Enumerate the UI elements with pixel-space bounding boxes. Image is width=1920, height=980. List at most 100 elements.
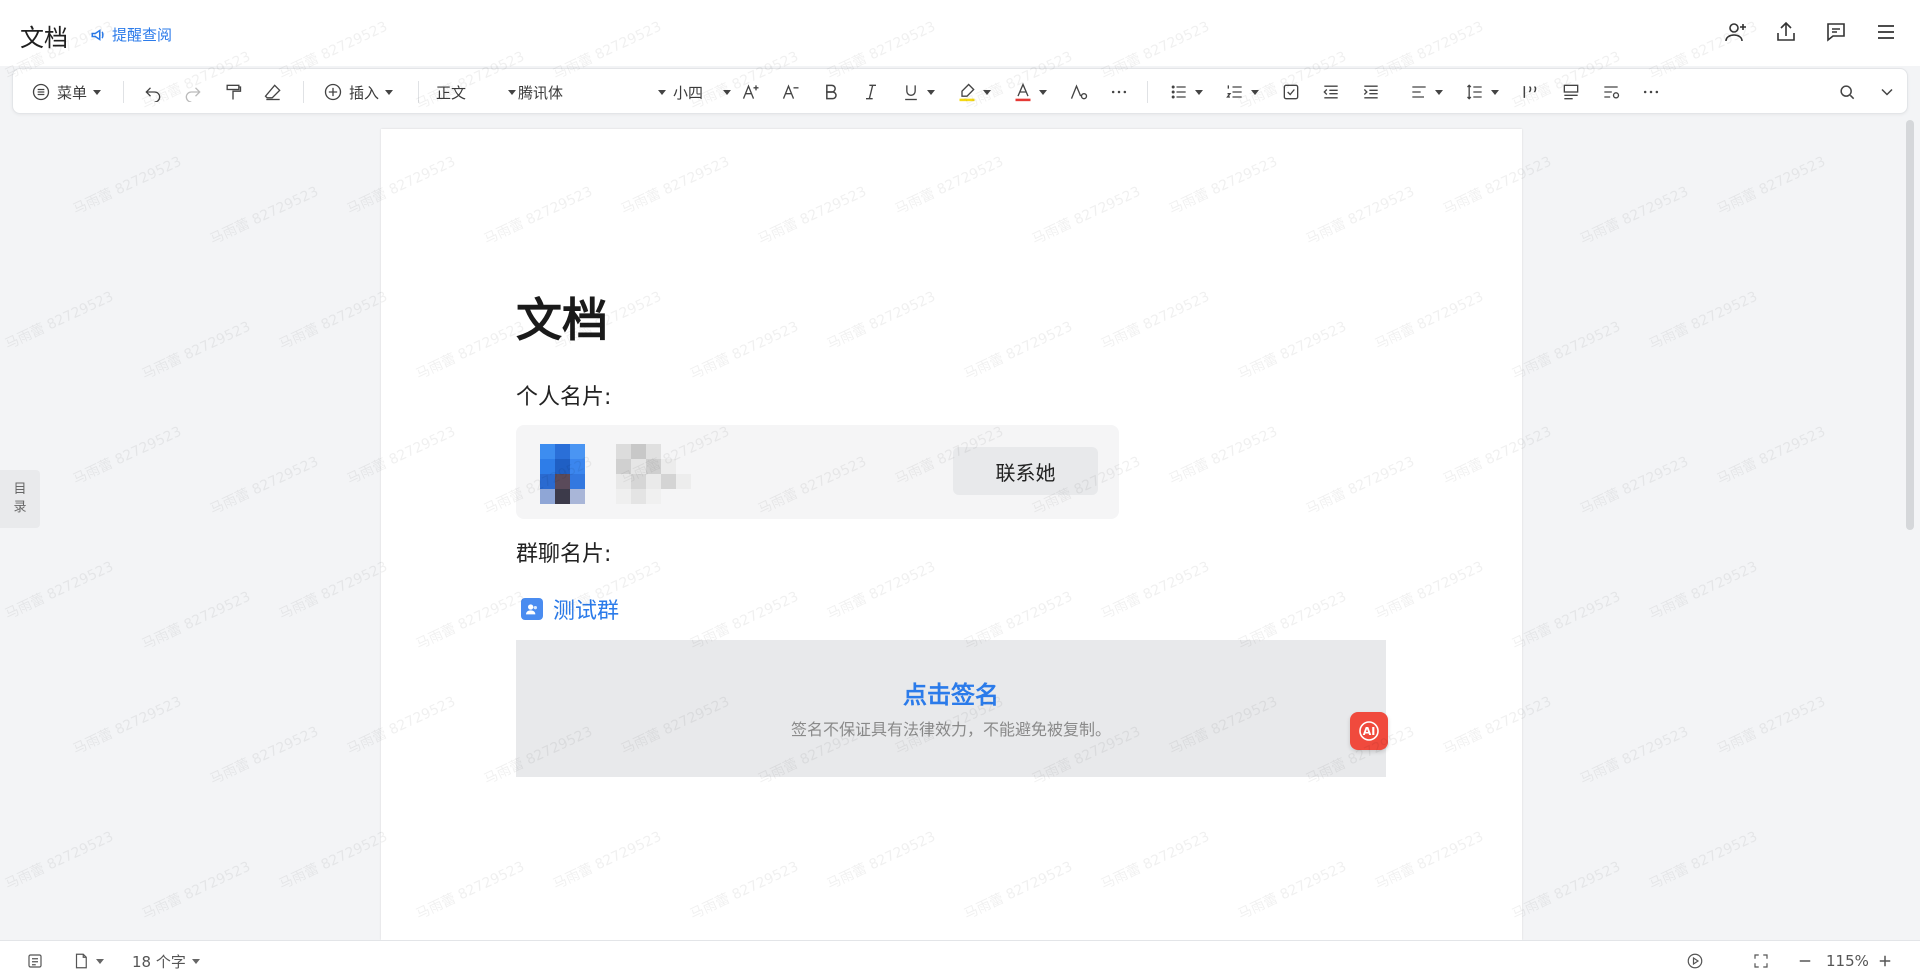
- outline-view-button[interactable]: [26, 951, 44, 971]
- watermark-text: 马雨蕾 82729523: [2, 288, 117, 354]
- watermark-text: 马雨蕾 82729523: [276, 828, 391, 894]
- watermark-text: 马雨蕾 82729523: [1714, 153, 1829, 219]
- font-color-button[interactable]: [1013, 79, 1047, 105]
- watermark-text: 马雨蕾 82729523: [2, 558, 117, 624]
- checklist-button[interactable]: [1281, 79, 1301, 105]
- vertical-scrollbar[interactable]: [1906, 120, 1914, 530]
- more-format-button[interactable]: [1109, 79, 1129, 105]
- bold-icon: [826, 84, 837, 100]
- text-block-icon: [1563, 84, 1579, 100]
- page-view-button[interactable]: [72, 951, 104, 971]
- indent-button[interactable]: [1361, 79, 1381, 105]
- document-heading[interactable]: 文档: [516, 284, 608, 350]
- formatting-toolbar: 菜单 插入 正文 腾讯体 小四: [12, 68, 1908, 114]
- toc-label-1: 目: [13, 482, 27, 497]
- line-spacing-button[interactable]: [1465, 79, 1499, 105]
- hamburger-icon: [1878, 25, 1894, 39]
- doc-title[interactable]: 文档: [20, 18, 68, 53]
- outline-icon: [28, 954, 42, 968]
- signature-title[interactable]: 点击签名: [516, 675, 1386, 710]
- present-button[interactable]: [1686, 951, 1704, 971]
- watermark-text: 马雨蕾 82729523: [1509, 318, 1624, 384]
- table-of-contents-tab[interactable]: 目 录: [0, 470, 40, 528]
- undo-button[interactable]: [143, 79, 163, 105]
- menu-button[interactable]: 菜单: [31, 79, 102, 105]
- numbered-list-button[interactable]: [1225, 79, 1259, 105]
- align-button[interactable]: [1409, 79, 1443, 105]
- plus-circle-icon: [324, 83, 342, 101]
- underline-button[interactable]: [901, 79, 935, 105]
- eraser-icon: [264, 84, 281, 101]
- zoom-level[interactable]: 115%: [1826, 951, 1869, 971]
- chevron-down-icon: [93, 89, 102, 95]
- watermark-text: 马雨蕾 82729523: [1577, 453, 1692, 519]
- align-left-icon: [1412, 86, 1426, 98]
- paragraph-style-value: 正文: [436, 83, 467, 102]
- paint-brush-icon: [226, 84, 242, 100]
- clear-format-button[interactable]: [263, 79, 283, 105]
- redo-icon: [185, 87, 201, 102]
- watermark-text: 马雨蕾 82729523: [1577, 183, 1692, 249]
- share-icon: [1777, 21, 1795, 41]
- plus-icon: [1879, 955, 1891, 967]
- increase-font-button[interactable]: [741, 79, 761, 105]
- header: 文档 提醒查阅: [0, 0, 1920, 66]
- paragraph-settings-button[interactable]: [1601, 79, 1621, 105]
- font-family-select[interactable]: 腾讯体: [518, 79, 666, 105]
- comments-button[interactable]: [1822, 18, 1850, 46]
- ai-label: AI: [1362, 724, 1376, 738]
- redo-button[interactable]: [183, 79, 203, 105]
- more-horizontal-icon: [1643, 90, 1659, 94]
- watermark-text: 马雨蕾 82729523: [139, 318, 254, 384]
- highlight-color-button[interactable]: [957, 79, 991, 105]
- fullscreen-button[interactable]: [1752, 951, 1770, 971]
- word-count-button[interactable]: 18 个字: [132, 951, 200, 971]
- watermark-text: 马雨蕾 82729523: [207, 723, 322, 789]
- bullet-list-icon: [1171, 85, 1186, 99]
- status-bar: 18 个字 115%: [0, 940, 1920, 980]
- watermark-text: 马雨蕾 82729523: [70, 693, 185, 759]
- collapse-toolbar-button[interactable]: [1877, 79, 1897, 105]
- more-menu-button[interactable]: [1872, 18, 1900, 46]
- format-painter-button[interactable]: [223, 79, 243, 105]
- zoom-value: 115%: [1826, 952, 1869, 970]
- watermark-text: 马雨蕾 82729523: [207, 183, 322, 249]
- italic-button[interactable]: [861, 79, 881, 105]
- add-collaborator-button[interactable]: [1722, 18, 1750, 46]
- remind-review-link[interactable]: 提醒查阅: [90, 24, 172, 45]
- watermark-text: 马雨蕾 82729523: [1577, 723, 1692, 789]
- insert-button[interactable]: 插入: [323, 79, 394, 105]
- search-icon: [1840, 85, 1855, 100]
- watermark-text: 马雨蕾 82729523: [1646, 558, 1761, 624]
- font-size-select[interactable]: 小四: [673, 79, 731, 105]
- personal-contact-card[interactable]: 联系她: [516, 425, 1119, 519]
- signature-box[interactable]: 点击签名 签名不保证具有法律效力，不能避免被复制。: [516, 640, 1386, 777]
- decrease-font-button[interactable]: [781, 79, 801, 105]
- quote-button[interactable]: [1521, 79, 1541, 105]
- contact-her-button[interactable]: 联系她: [953, 447, 1098, 495]
- comment-icon: [1827, 23, 1845, 42]
- ai-assistant-button[interactable]: AI: [1350, 712, 1388, 750]
- text-effects-button[interactable]: [1069, 79, 1089, 105]
- bold-button[interactable]: [821, 79, 841, 105]
- group-chat-link[interactable]: 测试群: [521, 593, 619, 625]
- paragraph-style-select[interactable]: 正文: [436, 79, 516, 105]
- bullet-list-button[interactable]: [1169, 79, 1203, 105]
- group-chat-icon: [521, 598, 543, 620]
- outdent-button[interactable]: [1321, 79, 1341, 105]
- font-family-value: 腾讯体: [518, 83, 564, 102]
- document-page[interactable]: 文档 个人名片: 联系她 群聊名片: 测试群 点击签名 签名不保证具有法律效力，…: [381, 129, 1522, 940]
- zoom-out-button[interactable]: [1796, 951, 1814, 971]
- italic-icon: [866, 84, 876, 100]
- block-style-button[interactable]: [1561, 79, 1581, 105]
- play-circle-icon: [1687, 953, 1703, 969]
- line-spacing-icon: [1467, 84, 1482, 100]
- fullscreen-icon: [1754, 954, 1768, 968]
- share-button[interactable]: [1772, 18, 1800, 46]
- toolbar-divider: [1147, 81, 1148, 103]
- search-button[interactable]: [1837, 79, 1857, 105]
- toolbar-divider: [123, 81, 124, 103]
- zoom-in-button[interactable]: [1876, 951, 1894, 971]
- more-paragraph-button[interactable]: [1641, 79, 1661, 105]
- toolbar-divider: [418, 81, 419, 103]
